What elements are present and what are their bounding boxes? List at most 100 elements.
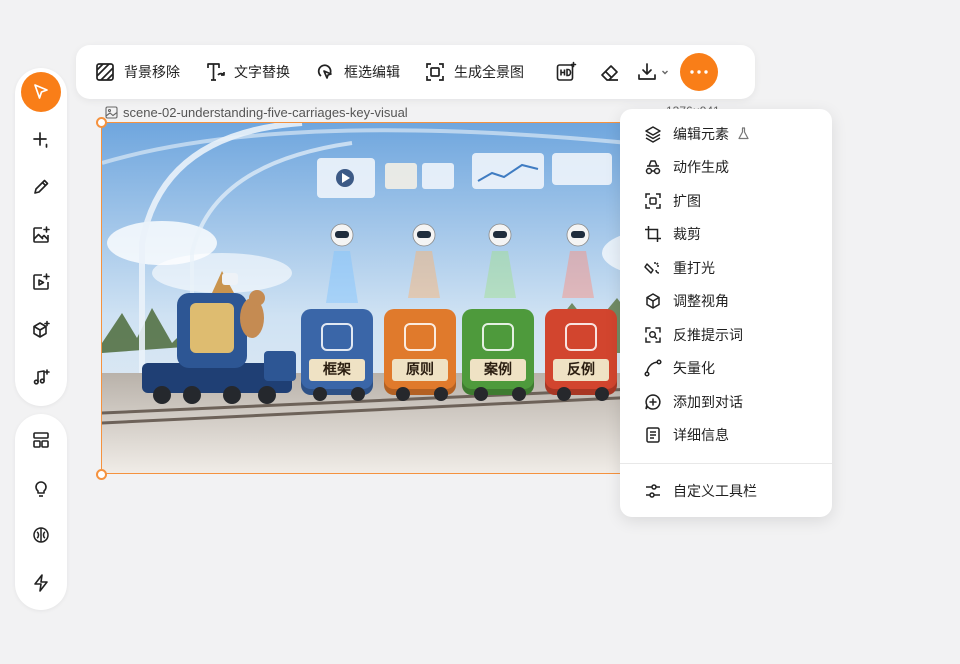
menu-label: 重打光 bbox=[673, 259, 715, 276]
menu-label: 扩图 bbox=[673, 192, 701, 209]
car-wheel bbox=[512, 387, 526, 401]
remove-background-button[interactable]: 背景移除 bbox=[94, 54, 180, 90]
filename-text: scene-02-understanding-five-carriages-ke… bbox=[123, 104, 408, 120]
car-label: 框架 bbox=[309, 359, 365, 381]
menu-label: 调整视角 bbox=[673, 293, 729, 310]
music-gen-button[interactable] bbox=[21, 357, 61, 397]
menu-action-generate[interactable]: 动作生成 bbox=[620, 151, 832, 185]
utility-sidebar bbox=[15, 414, 67, 610]
add-tool-button[interactable] bbox=[21, 120, 61, 160]
select-tool-button[interactable] bbox=[21, 72, 61, 112]
car-wheel bbox=[474, 387, 488, 401]
image-gen-icon bbox=[33, 225, 50, 243]
car-label: 反例 bbox=[553, 359, 609, 381]
car-emblem bbox=[404, 323, 436, 351]
relight-icon bbox=[644, 261, 660, 274]
remove-background-label: 背景移除 bbox=[124, 64, 180, 80]
menu-crop[interactable]: 裁剪 bbox=[620, 218, 832, 252]
more-options-menu: 编辑元素 动作生成 扩图 裁剪 重打光 调整视角 反推提示词 矢量化 添加到对话… bbox=[620, 109, 832, 517]
menu-label: 添加到对话 bbox=[673, 393, 743, 410]
car-label: 原则 bbox=[392, 359, 448, 381]
car-wheel bbox=[557, 387, 571, 401]
menu-label: 动作生成 bbox=[673, 159, 729, 176]
bolt-icon bbox=[34, 573, 48, 592]
ai-model-button[interactable] bbox=[21, 515, 61, 555]
hd-upscale-button[interactable] bbox=[548, 54, 584, 90]
brain-icon bbox=[33, 527, 49, 543]
box-edit-icon bbox=[317, 64, 332, 79]
layout-button[interactable] bbox=[21, 420, 61, 460]
car-label: 案例 bbox=[470, 359, 526, 381]
layers-icon bbox=[645, 126, 661, 143]
video-gen-icon bbox=[33, 273, 50, 290]
menu-label: 编辑元素 bbox=[673, 125, 729, 142]
remove-bg-icon bbox=[96, 63, 114, 81]
box-edit-label: 框选编辑 bbox=[344, 64, 400, 80]
expand-icon bbox=[645, 193, 661, 209]
car-wheel bbox=[351, 387, 365, 401]
menu-vectorize[interactable]: 矢量化 bbox=[620, 352, 832, 386]
sliders-icon bbox=[646, 484, 660, 498]
menu-divider bbox=[620, 463, 832, 464]
menu-expand-image[interactable]: 扩图 bbox=[620, 184, 832, 218]
add-icon bbox=[33, 131, 48, 148]
3d-gen-icon bbox=[33, 320, 50, 338]
text-replace-button[interactable]: 文字替换 bbox=[204, 54, 290, 90]
menu-reverse-prompt[interactable]: 反推提示词 bbox=[620, 318, 832, 352]
cube-view-icon bbox=[646, 293, 660, 309]
flask-icon bbox=[738, 127, 749, 140]
video-gen-button[interactable] bbox=[21, 262, 61, 302]
box-edit-button[interactable]: 框选编辑 bbox=[314, 54, 400, 90]
resize-handle-bottom-left[interactable] bbox=[96, 469, 107, 480]
image-filename[interactable]: scene-02-understanding-five-carriages-ke… bbox=[105, 104, 408, 120]
image-toolbar: 背景移除 文字替换 框选编辑 生成全景图 bbox=[76, 45, 755, 99]
music-gen-icon bbox=[33, 369, 50, 385]
panorama-icon bbox=[426, 63, 444, 81]
menu-edit-elements[interactable]: 编辑元素 bbox=[620, 117, 832, 151]
train-car-2: 原则 bbox=[384, 309, 456, 401]
car-wheel bbox=[434, 387, 448, 401]
eraser-icon bbox=[601, 65, 618, 81]
select-icon bbox=[34, 84, 48, 99]
text-replace-icon bbox=[207, 63, 225, 81]
3d-gen-button[interactable] bbox=[21, 310, 61, 350]
image-gen-button[interactable] bbox=[21, 215, 61, 255]
image-file-icon bbox=[105, 105, 118, 119]
more-options-button[interactable] bbox=[680, 53, 718, 91]
chevron-down-icon bbox=[662, 70, 668, 75]
car-emblem bbox=[482, 323, 514, 351]
quick-actions-button[interactable] bbox=[21, 563, 61, 603]
menu-relight[interactable]: 重打光 bbox=[620, 251, 832, 285]
tool-sidebar bbox=[15, 68, 67, 406]
panorama-button[interactable]: 生成全景图 bbox=[424, 54, 524, 90]
car-wheel bbox=[396, 387, 410, 401]
menu-label: 详细信息 bbox=[673, 427, 729, 444]
car-emblem bbox=[565, 323, 597, 351]
menu-add-to-chat[interactable]: 添加到对话 bbox=[620, 385, 832, 419]
panorama-label: 生成全景图 bbox=[454, 64, 524, 80]
car-wheel bbox=[595, 387, 609, 401]
resize-handle-top-left[interactable] bbox=[96, 117, 107, 128]
walk-icon bbox=[645, 160, 661, 175]
add-chat-icon bbox=[645, 393, 661, 410]
ideas-button[interactable] bbox=[21, 468, 61, 508]
pencil-tool-button[interactable] bbox=[21, 167, 61, 207]
eraser-button[interactable] bbox=[592, 54, 628, 90]
menu-label: 裁剪 bbox=[673, 226, 701, 243]
download-button[interactable] bbox=[636, 61, 670, 83]
text-replace-label: 文字替换 bbox=[234, 64, 290, 80]
train-car-1: 框架 bbox=[301, 309, 373, 401]
download-icon bbox=[638, 63, 656, 80]
car-wheel bbox=[313, 387, 327, 401]
car-emblem bbox=[321, 323, 353, 351]
menu-adjust-view[interactable]: 调整视角 bbox=[620, 285, 832, 319]
bulb-icon bbox=[35, 480, 47, 497]
menu-details[interactable]: 详细信息 bbox=[620, 419, 832, 453]
menu-customize-toolbar[interactable]: 自定义工具栏 bbox=[620, 474, 832, 508]
layout-icon bbox=[33, 432, 49, 448]
vector-icon bbox=[644, 359, 662, 377]
pencil-icon bbox=[34, 179, 49, 194]
hd-sparkle-icon bbox=[556, 61, 577, 81]
train-car-3: 案例 bbox=[462, 309, 534, 401]
train-car-4: 反例 bbox=[545, 309, 617, 401]
